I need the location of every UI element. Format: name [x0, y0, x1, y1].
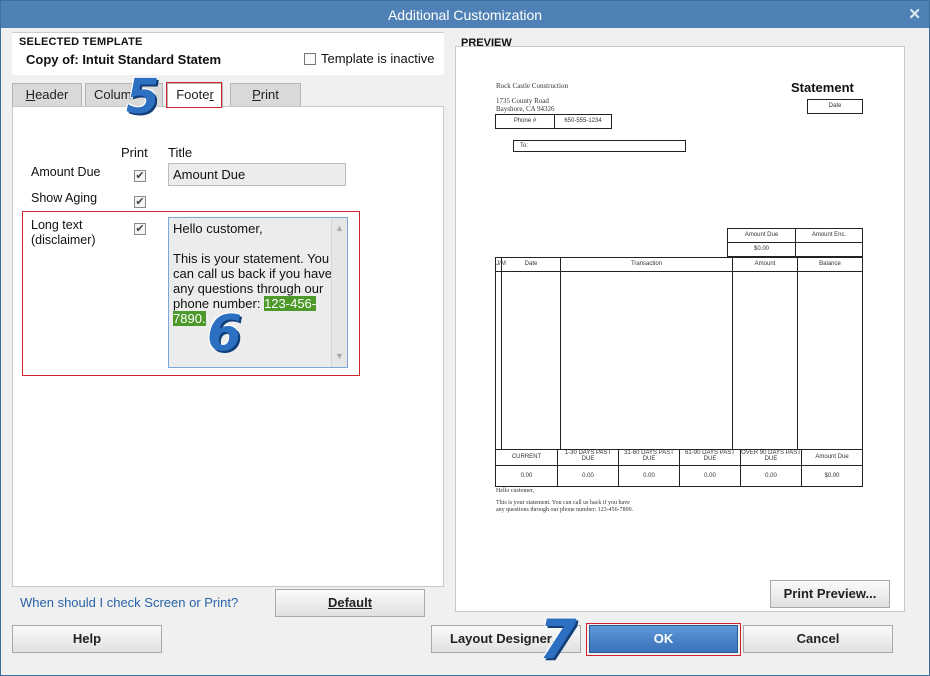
print-preview-button[interactable]: Print Preview... [770, 580, 890, 608]
step-5-callout: 5 [126, 69, 160, 125]
preview-date-box: Date [807, 99, 863, 114]
preview-aging-value: 0.00 [704, 473, 716, 479]
selected-template-section: SELECTED TEMPLATE Copy of: Intuit Standa… [12, 32, 444, 75]
help-button[interactable]: Help [12, 625, 162, 653]
preview-phone: 650-555-1234 [564, 118, 602, 124]
preview-to-box: To: [513, 140, 686, 152]
default-button[interactable]: Default [275, 589, 425, 617]
preview-footer-line1: Hello customer, [496, 488, 535, 494]
amount-due-label: Amount Due [31, 165, 101, 179]
preview-address1: 1735 County Road [496, 97, 549, 105]
additional-customization-window: Additional Customization ✕ SELECTED TEMP… [0, 0, 930, 676]
window-title: Additional Customization [387, 7, 543, 23]
amount-due-title-input[interactable]: Amount Due [168, 163, 346, 186]
preview-address2: Bayshore, CA 94326 [496, 105, 555, 113]
show-aging-print-checkbox[interactable]: ✔ [134, 196, 146, 208]
preview-aging-value: 0.00 [582, 473, 594, 479]
preview-aging-current: CURRENT [511, 454, 542, 460]
step-6-callout: 6 [207, 304, 242, 362]
tab-header-label: eader [35, 87, 69, 102]
preview-company: Rock Castle Construction [496, 82, 568, 90]
preview-aging-value: $0.00 [824, 473, 840, 479]
preview-footer-line2: This is your statement. You can call us … [496, 500, 630, 506]
preview-col-balance: Balance [819, 261, 841, 267]
ok-button[interactable]: OK [589, 625, 738, 653]
cancel-button[interactable]: Cancel [743, 625, 893, 653]
checkbox-icon[interactable] [304, 53, 316, 65]
preview-phone-box: Phone # 650-555-1234 [495, 114, 612, 129]
preview-date-label: Date [828, 103, 842, 109]
preview-transaction-table: J/M Date Transaction Amount Balance [495, 257, 863, 450]
title-column-header: Title [168, 145, 193, 160]
preview-aging-over-90: OVER 90 DAYS PAST DUE [741, 450, 801, 462]
preview-aging-table: CURRENT 1-30 DAYS PAST DUE 31-60 DAYS PA… [495, 449, 863, 487]
amount-due-print-checkbox[interactable]: ✔ [134, 170, 146, 182]
preview-phone-label: Phone # [513, 118, 537, 124]
preview-col-date: Date [524, 261, 538, 267]
tab-header[interactable]: Header [12, 83, 82, 107]
preview-col-amount: Amount [754, 261, 776, 267]
preview-amount-enc-header: Amount Enc. [811, 232, 847, 238]
preview-aging-value: 0.00 [643, 473, 655, 479]
preview-col-transaction: Transaction [630, 261, 663, 267]
statement-preview: Rock Castle Construction 1735 County Roa… [455, 46, 905, 612]
tab-header-mnemonic: H [25, 87, 36, 102]
print-column-header: Print [121, 145, 148, 160]
long-text-highlight-box [22, 211, 360, 376]
footer-tab-highlight [166, 82, 222, 108]
tab-print-label: rint [260, 87, 279, 102]
preview-aging-amount-due: Amount Due [815, 454, 849, 460]
preview-section: PREVIEW Rock Castle Construction 1735 Co… [455, 32, 905, 612]
preview-amount-due-header: Amount Due [744, 232, 779, 238]
step-7-callout: 7 [539, 608, 577, 671]
tab-print-mnemonic: P [252, 87, 261, 102]
preview-amount-due-value: $0.00 [753, 246, 769, 252]
default-button-label: Default [327, 595, 373, 610]
screen-or-print-help-link[interactable]: When should I check Screen or Print? [20, 595, 238, 610]
template-inactive-label: Template is inactive [321, 51, 435, 66]
preview-doc-title: Statement [791, 80, 854, 95]
preview-footer-line3: any questions through our phone number: … [496, 507, 634, 513]
preview-aging-value: 0.00 [765, 473, 777, 479]
preview-aging-61-90: 61-90 DAYS PAST DUE [685, 450, 735, 462]
title-bar: Additional Customization ✕ [1, 1, 929, 28]
selected-template-header: SELECTED TEMPLATE [19, 36, 143, 48]
close-icon[interactable]: ✕ [908, 5, 921, 23]
template-name: Copy of: Intuit Standard Statem [26, 52, 221, 67]
preview-amount-box: Amount Due Amount Enc. $0.00 [727, 228, 863, 257]
preview-aging-value: 0.00 [520, 473, 533, 479]
show-aging-label: Show Aging [31, 191, 98, 205]
preview-to-label: To: [520, 143, 529, 149]
template-inactive-checkbox[interactable]: Template is inactive [304, 51, 434, 66]
preview-aging-1-30: 1-30 DAYS PAST DUE [564, 450, 612, 462]
tab-print[interactable]: Print [230, 83, 301, 107]
preview-aging-31-60: 31-60 DAYS PAST DUE [624, 450, 674, 462]
